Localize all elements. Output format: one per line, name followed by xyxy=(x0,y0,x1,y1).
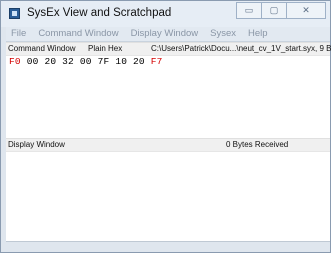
hex-byte: 7F xyxy=(97,56,110,67)
hex-byte: F0 xyxy=(9,56,21,67)
hex-byte: 00 xyxy=(79,56,92,67)
menu-display-window[interactable]: Display Window xyxy=(126,27,206,41)
title-bar[interactable]: SysEx View and Scratchpad ▭ ▢ ✕ xyxy=(1,1,330,27)
display-window-header: Display Window 0 Bytes Received xyxy=(6,138,330,152)
minimize-button[interactable]: ▭ xyxy=(236,2,262,19)
command-window-header: Command Window Plain Hex C:\Users\Patric… xyxy=(6,42,331,56)
hex-byte: 32 xyxy=(62,56,74,67)
main-content: Command Window Plain Hex C:\Users\Patric… xyxy=(6,41,331,242)
display-output[interactable] xyxy=(6,152,330,242)
menu-command-window[interactable]: Command Window xyxy=(33,27,125,41)
hex-byte: 20 xyxy=(44,56,57,67)
hex-byte: 20 xyxy=(133,56,145,67)
menu-help[interactable]: Help xyxy=(243,27,275,41)
hex-byte: 10 xyxy=(115,56,128,67)
status-strip xyxy=(6,242,330,252)
hex-byte: F7 xyxy=(150,56,163,67)
close-button[interactable]: ✕ xyxy=(286,2,326,19)
window-controls: ▭ ▢ ✕ xyxy=(236,2,326,19)
command-input[interactable]: F0 00 20 32 00 7F 10 20 F7 xyxy=(9,56,163,67)
maximize-button[interactable]: ▢ xyxy=(261,2,287,19)
menu-sysex[interactable]: Sysex xyxy=(205,27,243,41)
menu-bar: File Command Window Display Window Sysex… xyxy=(6,27,330,41)
command-window-title: Command Window xyxy=(8,44,76,53)
window-title: SysEx View and Scratchpad xyxy=(27,7,172,19)
file-info: C:\Users\Patrick\Docu...\neut_cv_1V_star… xyxy=(151,44,331,53)
app-window: SysEx View and Scratchpad ▭ ▢ ✕ File Com… xyxy=(0,0,331,253)
mode-label[interactable]: Plain Hex xyxy=(88,44,122,53)
app-icon xyxy=(9,8,20,19)
menu-file[interactable]: File xyxy=(6,27,33,41)
display-window-title: Display Window xyxy=(8,140,65,149)
bytes-received-status: 0 Bytes Received xyxy=(226,140,289,149)
hex-byte: 00 xyxy=(26,56,39,67)
